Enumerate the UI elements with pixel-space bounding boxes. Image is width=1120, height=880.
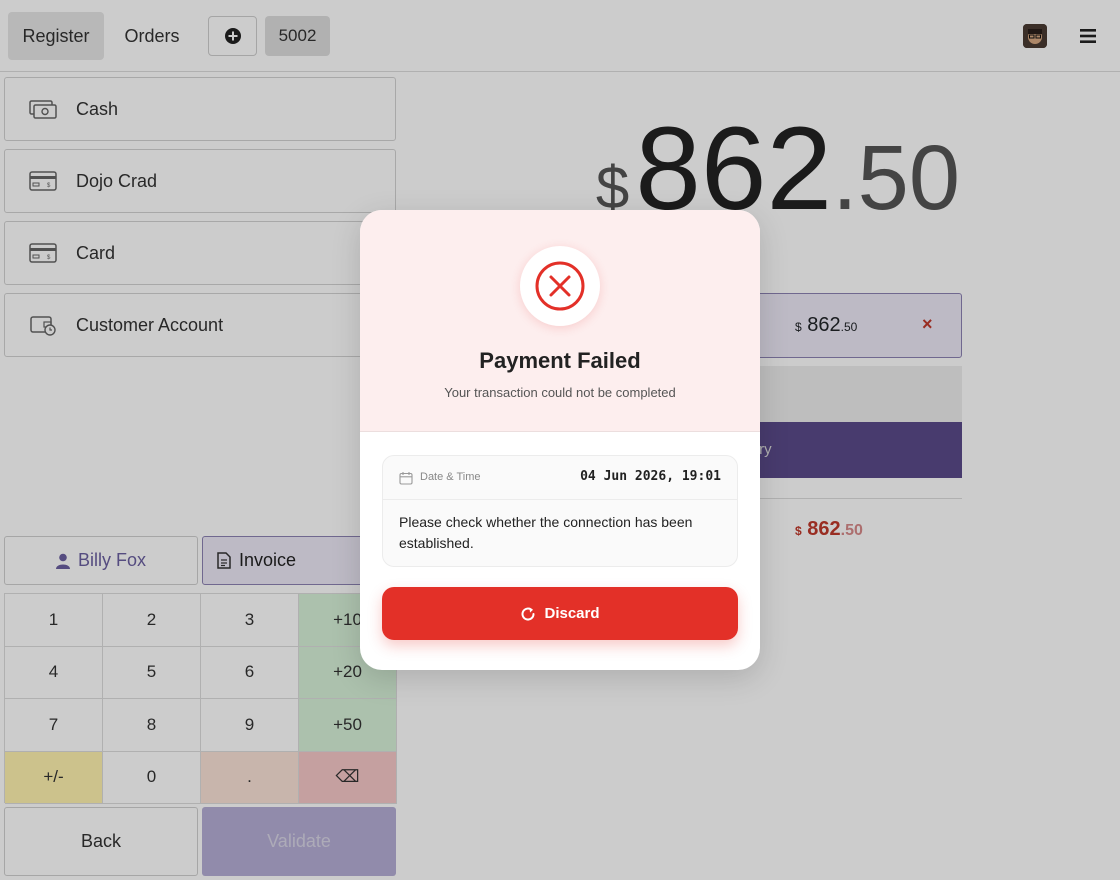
refresh-icon <box>522 607 535 621</box>
dialog-title: Payment Failed <box>479 348 641 373</box>
error-details-card: Date & Time 04 Jun 2026, 19:01 Please ch… <box>382 455 738 567</box>
date-row: Date & Time 04 Jun 2026, 19:01 <box>383 456 737 500</box>
discard-button[interactable]: Discard <box>382 587 738 640</box>
discard-label: Discard <box>544 605 600 622</box>
dialog-subtitle: Your transaction could not be completed <box>444 385 676 400</box>
date-value: 04 Jun 2026, 19:01 <box>580 469 721 484</box>
error-message: Please check whether the connection has … <box>399 514 693 551</box>
dialog-header: Payment Failed Your transaction could no… <box>360 210 760 432</box>
date-label: Date & Time <box>420 471 481 483</box>
calendar-icon <box>399 472 413 485</box>
x-circle-icon <box>535 261 585 311</box>
payment-failed-dialog: Payment Failed Your transaction could no… <box>360 210 760 670</box>
error-badge <box>520 246 600 326</box>
